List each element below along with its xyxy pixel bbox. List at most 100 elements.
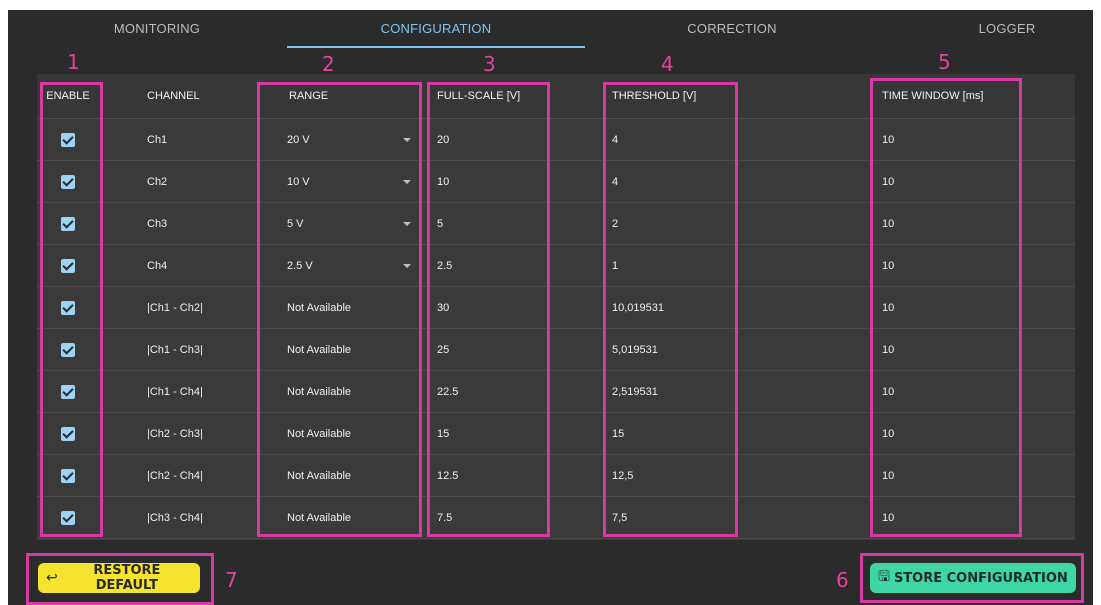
range-select[interactable]: 10 V: [287, 176, 413, 188]
tab-configuration[interactable]: CONFIGURATION: [287, 10, 585, 48]
range-value: 5 V: [287, 217, 304, 230]
full-scale-value[interactable]: 20: [437, 119, 607, 160]
enable-cell: [37, 119, 99, 160]
time-window-value[interactable]: 10: [882, 497, 1042, 538]
range-value: 10 V: [287, 175, 310, 188]
header-full-scale: FULL-SCALE [V]: [437, 90, 521, 102]
range-select[interactable]: 2.5 V: [287, 260, 413, 272]
channel-name: |Ch1 - Ch4|: [147, 385, 203, 398]
table-row: |Ch3 - Ch4| Not Available 7.5 7,5 10: [37, 497, 1075, 539]
range-cell: Not Available: [287, 371, 427, 412]
enable-checkbox[interactable]: [61, 258, 75, 273]
tab-bar: MONITORING CONFIGURATION CORRECTION LOGG…: [8, 10, 1093, 50]
full-scale-value[interactable]: 15: [437, 413, 607, 454]
chevron-down-icon: [403, 179, 411, 184]
time-window-value[interactable]: 10: [882, 287, 1042, 328]
enable-checkbox[interactable]: [61, 342, 75, 357]
callout-3: 3: [483, 52, 496, 76]
enable-cell: [37, 455, 99, 496]
time-window-value[interactable]: 10: [882, 161, 1042, 202]
table-header-row: ENABLE CHANNEL RANGE FULL-SCALE [V] THRE…: [37, 74, 1075, 119]
enable-checkbox[interactable]: [61, 174, 75, 189]
enable-checkbox[interactable]: [61, 300, 75, 315]
threshold-value[interactable]: 7,5: [612, 497, 862, 538]
threshold-value[interactable]: 2: [612, 203, 862, 244]
full-scale-value[interactable]: 5: [437, 203, 607, 244]
threshold-value[interactable]: 4: [612, 161, 862, 202]
time-window-value[interactable]: 10: [882, 413, 1042, 454]
channel-name: Ch4: [147, 259, 168, 272]
range-cell: Not Available: [287, 329, 427, 370]
full-scale-value[interactable]: 30: [437, 287, 607, 328]
enable-cell: [37, 329, 99, 370]
active-tab-indicator: [287, 46, 585, 48]
threshold-value[interactable]: 4: [612, 119, 862, 160]
threshold-value[interactable]: 1: [612, 245, 862, 286]
tab-logger[interactable]: LOGGER: [858, 10, 1093, 48]
return-arrow-icon: ↩: [46, 570, 58, 586]
tab-correction[interactable]: CORRECTION: [583, 10, 881, 48]
threshold-value[interactable]: 10,019531: [612, 287, 862, 328]
enable-cell: [37, 287, 99, 328]
time-window-value[interactable]: 10: [882, 371, 1042, 412]
enable-checkbox[interactable]: [61, 510, 75, 525]
range-cell: Not Available: [287, 497, 427, 538]
time-window-value[interactable]: 10: [882, 245, 1042, 286]
range-cell: 5 V: [287, 203, 427, 244]
enable-cell: [37, 413, 99, 454]
threshold-value[interactable]: 5,019531: [612, 329, 862, 370]
range-cell: Not Available: [287, 455, 427, 496]
tab-monitoring[interactable]: MONITORING: [8, 10, 306, 48]
range-value: Not Available: [287, 469, 352, 482]
enable-cell: [37, 245, 99, 286]
full-scale-value[interactable]: 12.5: [437, 455, 607, 496]
header-enable: ENABLE: [46, 90, 90, 102]
channel-name: |Ch2 - Ch4|: [147, 469, 203, 482]
channel-name: Ch1: [147, 133, 168, 146]
time-window-value[interactable]: 10: [882, 203, 1042, 244]
enable-cell: [37, 371, 99, 412]
range-select[interactable]: 20 V: [287, 134, 413, 146]
range-value: Not Available: [287, 511, 352, 524]
enable-cell: [37, 497, 99, 538]
range-value: Not Available: [287, 301, 352, 314]
enable-checkbox[interactable]: [61, 216, 75, 231]
time-window-value[interactable]: 10: [882, 119, 1042, 160]
enable-checkbox[interactable]: [61, 426, 75, 441]
enable-checkbox[interactable]: [61, 468, 75, 483]
range-cell: Not Available: [287, 287, 427, 328]
header-time-window: TIME WINDOW [ms]: [882, 90, 984, 102]
table-row: |Ch1 - Ch4| Not Available 22.5 2,519531 10: [37, 371, 1075, 413]
table-row: Ch4 2.5 V 2.5 1 10: [37, 245, 1075, 287]
threshold-value[interactable]: 2,519531: [612, 371, 862, 412]
table-row: Ch2 10 V 10 4 10: [37, 161, 1075, 203]
range-value: Not Available: [287, 385, 352, 398]
table-row: |Ch2 - Ch4| Not Available 12.5 12,5 10: [37, 455, 1075, 497]
range-select[interactable]: 5 V: [287, 218, 413, 230]
full-scale-value[interactable]: 25: [437, 329, 607, 370]
channel-name: Ch3: [147, 217, 168, 230]
restore-default-button[interactable]: ↩ RESTORE DEFAULT: [38, 563, 200, 593]
range-cell: 2.5 V: [287, 245, 427, 286]
enable-checkbox[interactable]: [61, 132, 75, 147]
chevron-down-icon: [403, 263, 411, 268]
range-value: Not Available: [287, 343, 352, 356]
time-window-value[interactable]: 10: [882, 329, 1042, 370]
full-scale-value[interactable]: 10: [437, 161, 607, 202]
header-threshold: THRESHOLD [V]: [612, 90, 697, 102]
table-row: |Ch2 - Ch3| Not Available 15 15 10: [37, 413, 1075, 455]
channel-name: |Ch1 - Ch2|: [147, 301, 203, 314]
store-configuration-button[interactable]: 🖫 STORE CONFIGURATION: [870, 563, 1076, 593]
full-scale-value[interactable]: 2.5: [437, 245, 607, 286]
full-scale-value[interactable]: 7.5: [437, 497, 607, 538]
enable-checkbox[interactable]: [61, 384, 75, 399]
threshold-value[interactable]: 15: [612, 413, 862, 454]
table-row: |Ch1 - Ch2| Not Available 30 10,019531 10: [37, 287, 1075, 329]
threshold-value[interactable]: 12,5: [612, 455, 862, 496]
time-window-value[interactable]: 10: [882, 455, 1042, 496]
chevron-down-icon: [403, 221, 411, 226]
channel-config-table: ENABLE CHANNEL RANGE FULL-SCALE [V] THRE…: [37, 74, 1075, 540]
full-scale-value[interactable]: 22.5: [437, 371, 607, 412]
channel-name: Ch2: [147, 175, 168, 188]
header-channel: CHANNEL: [147, 90, 200, 102]
